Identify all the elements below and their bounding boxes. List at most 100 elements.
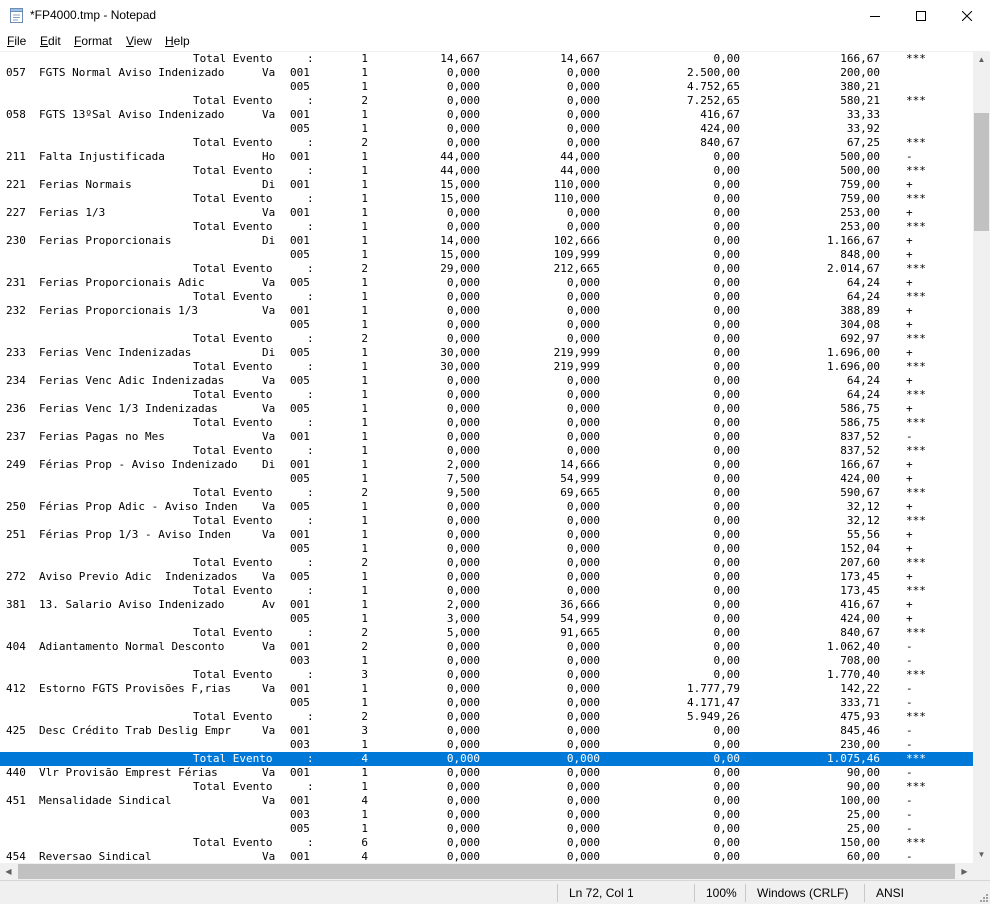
total-line[interactable]: Total Evento: 1 14,667 14,667 0,00 166,67 *** (0, 52, 973, 66)
scroll-down-icon[interactable]: ▼ (973, 846, 990, 863)
text-line[interactable]: 221 Ferias Normais Di 001 1 15,000 110,000 0,00… (0, 178, 973, 192)
cell-code: 404 (6, 640, 26, 653)
text-line[interactable]: 058 FGTS 13ºSal Aviso Indenizado Va 001 1 0,0… (0, 108, 973, 122)
total-separator: : (307, 780, 314, 793)
total-line[interactable]: Total Evento: 2 0,000 0,000 0,00 207,60 *** (0, 556, 973, 570)
text-line[interactable]: 005 1 0,000 0,000 424,00 33,92 (0, 122, 973, 136)
vertical-scroll-thumb[interactable] (974, 113, 989, 231)
total-line[interactable]: Total Evento: 2 0,000 0,000 5.949,26 475,93 **… (0, 710, 973, 724)
total-separator: : (307, 262, 314, 275)
text-line[interactable]: 272 Aviso Previo Adic Indenizados Va 005 1 0,… (0, 570, 973, 584)
total-line[interactable]: Total Evento: 1 30,000 219,999 0,00 1.696,00 *… (0, 360, 973, 374)
cell-v2: 219,999 (553, 346, 600, 359)
text-line[interactable]: 440 Vlr Provisão Emprest Férias Va 001 1 0,00… (0, 766, 973, 780)
scroll-up-icon[interactable]: ▲ (973, 51, 990, 68)
menu-format[interactable]: Format (74, 34, 112, 48)
text-line[interactable]: 236 Ferias Venc 1/3 Indenizadas Va 005 1 0,00… (0, 402, 973, 416)
cell-flag: *** (906, 486, 926, 499)
text-line[interactable]: 404 Adiantamento Normal Desconto Va 001 2 0,0… (0, 640, 973, 654)
text-line[interactable]: 005 1 0,000 0,000 0,00 25,00 - (0, 822, 973, 836)
cell-v1: 0,000 (446, 416, 480, 429)
total-line[interactable]: Total Evento: 2 0,000 0,000 7.252,65 580,21 **… (0, 94, 973, 108)
text-line[interactable]: 233 Ferias Venc Indenizadas Di 005 1 30,000 21… (0, 346, 973, 360)
text-line[interactable]: 003 1 0,000 0,000 0,00 25,00 - (0, 808, 973, 822)
total-separator: : (307, 752, 314, 765)
total-line[interactable]: Total Evento: 1 0,000 0,000 0,00 173,45 *** (0, 584, 973, 598)
text-line[interactable]: 451 Mensalidade Sindical Va 001 4 0,000 0,000 0… (0, 794, 973, 808)
total-line[interactable]: Total Evento: 1 44,000 44,000 0,00 500,00 *** (0, 164, 973, 178)
total-line[interactable]: Total Evento: 1 0,000 0,000 0,00 64,24 *** (0, 290, 973, 304)
text-line[interactable]: 003 1 0,000 0,000 0,00 708,00 - (0, 654, 973, 668)
cell-ref: 003 (290, 808, 310, 821)
text-line[interactable]: 234 Ferias Venc Adic Indenizadas Va 005 1 0,0… (0, 374, 973, 388)
cell-qt: 1 (361, 570, 368, 583)
total-line[interactable]: Total Evento: 2 29,000 212,665 0,00 2.014,67 *… (0, 262, 973, 276)
total-line[interactable]: Total Evento: 2 0,000 0,000 840,67 67,25 *** (0, 136, 973, 150)
menu-edit[interactable]: Edit (40, 34, 61, 48)
total-line[interactable]: Total Evento: 1 0,000 0,000 0,00 64,24 *** (0, 388, 973, 402)
total-line[interactable]: Total Evento: 4 0,000 0,000 0,00 1.075,46 *** (0, 752, 973, 766)
text-line[interactable]: 005 1 0,000 0,000 0,00 152,04 + (0, 542, 973, 556)
resize-grip-icon[interactable] (978, 892, 988, 902)
horizontal-scrollbar[interactable]: ◀ ▶ (0, 863, 973, 880)
cell-flag: *** (906, 388, 926, 401)
text-line[interactable]: 005 1 0,000 0,000 0,00 304,08 + (0, 318, 973, 332)
scroll-left-icon[interactable]: ◀ (0, 863, 17, 880)
total-separator: : (307, 416, 314, 429)
text-line[interactable]: 005 1 0,000 0,000 4.752,65 380,21 (0, 80, 973, 94)
text-line[interactable]: 250 Férias Prop Adic - Aviso Inden Va 005 1 0… (0, 500, 973, 514)
total-line[interactable]: Total Evento: 1 0,000 0,000 0,00 837,52 *** (0, 444, 973, 458)
text-editor[interactable]: Total Evento:1 14,667 14,667 0,00 166,67 *** 0… (0, 51, 973, 864)
text-line[interactable]: 237 Ferias Pagas no Mes Va 001 1 0,000 0,000 0,… (0, 430, 973, 444)
menu-help[interactable]: Help (165, 34, 190, 48)
text-line[interactable]: 057 FGTS Normal Aviso Indenizado Va 001 1 0,0… (0, 66, 973, 80)
vertical-scrollbar[interactable]: ▲ ▼ (973, 51, 990, 863)
menu-view[interactable]: View (126, 34, 152, 48)
cell-v3: 416,67 (700, 108, 740, 121)
text-line[interactable]: 454 Reversao Sindical Va 001 4 0,000 0,000 0,00… (0, 850, 973, 864)
total-line[interactable]: Total Evento: 1 15,000 110,000 0,00 759,00 *** (0, 192, 973, 206)
close-button[interactable] (944, 0, 990, 31)
total-line[interactable]: Total Evento: 3 0,000 0,000 0,00 1.770,40 *** (0, 668, 973, 682)
text-line[interactable]: 412 Estorno FGTS Provisões F,rias Va 001 1 0,… (0, 682, 973, 696)
total-line[interactable]: Total Evento: 2 0,000 0,000 0,00 692,97 *** (0, 332, 973, 346)
text-line[interactable]: 005 1 7,500 54,999 0,00 424,00 + (0, 472, 973, 486)
cell-v3: 0,00 (713, 472, 741, 485)
text-line[interactable]: 005 1 3,000 54,999 0,00 424,00 + (0, 612, 973, 626)
menu-file[interactable]: File (7, 34, 26, 48)
cell-v2: 44,000 (560, 164, 600, 177)
cell-v3: 0,00 (713, 500, 741, 513)
text-line[interactable]: 003 1 0,000 0,000 0,00 230,00 - (0, 738, 973, 752)
text-line[interactable]: 005 1 0,000 0,000 4.171,47 333,71 - (0, 696, 973, 710)
text-line[interactable]: 230 Ferias Proporcionais Di 001 1 14,000 102,6… (0, 234, 973, 248)
text-line[interactable]: 005 1 15,000 109,999 0,00 848,00 + (0, 248, 973, 262)
text-line[interactable]: 381 13. Salario Aviso Indenizado Av 001 1 2,0… (0, 598, 973, 612)
text-line[interactable]: 251 Férias Prop 1/3 - Aviso Inden Va 001 1 0,… (0, 528, 973, 542)
total-separator: : (307, 836, 314, 849)
text-line[interactable]: 425 Desc Crédito Trab Deslig Empr Va 001 3 0,… (0, 724, 973, 738)
cell-flag: *** (906, 584, 926, 597)
cell-flag: + (906, 346, 913, 359)
cell-v2: 0,000 (566, 556, 600, 569)
total-line[interactable]: Total Evento: 1 0,000 0,000 0,00 90,00 *** (0, 780, 973, 794)
total-line[interactable]: Total Evento: 2 9,500 69,665 0,00 590,67 *** (0, 486, 973, 500)
cell-flag: - (906, 822, 913, 835)
cell-v2: 0,000 (566, 850, 600, 863)
total-line[interactable]: Total Evento: 6 0,000 0,000 0,00 150,00 *** (0, 836, 973, 850)
minimize-button[interactable] (852, 0, 898, 31)
text-line[interactable]: 211 Falta Injustificada Ho 001 1 44,000 44,000… (0, 150, 973, 164)
total-line[interactable]: Total Evento: 1 0,000 0,000 0,00 253,00 *** (0, 220, 973, 234)
maximize-button[interactable] (898, 0, 944, 31)
cell-v3: 0,00 (713, 52, 741, 65)
total-line[interactable]: Total Evento: 1 0,000 0,000 0,00 586,75 *** (0, 416, 973, 430)
scroll-right-icon[interactable]: ▶ (956, 863, 973, 880)
cell-tipo: Va (262, 108, 276, 121)
text-line[interactable]: 232 Ferias Proporcionais 1/3 Va 001 1 0,000 0,… (0, 304, 973, 318)
cell-v4: 173,45 (840, 570, 880, 583)
horizontal-scroll-thumb[interactable] (18, 864, 955, 879)
text-line[interactable]: 227 Ferias 1/3 Va 001 1 0,000 0,000 0,00 253,00 + (0, 206, 973, 220)
text-line[interactable]: 231 Ferias Proporcionais Adic Va 005 1 0,000 0… (0, 276, 973, 290)
total-line[interactable]: Total Evento: 1 0,000 0,000 0,00 32,12 *** (0, 514, 973, 528)
total-line[interactable]: Total Evento: 2 5,000 91,665 0,00 840,67 *** (0, 626, 973, 640)
text-line[interactable]: 249 Férias Prop - Aviso Indenizado Di 001 1 2… (0, 458, 973, 472)
